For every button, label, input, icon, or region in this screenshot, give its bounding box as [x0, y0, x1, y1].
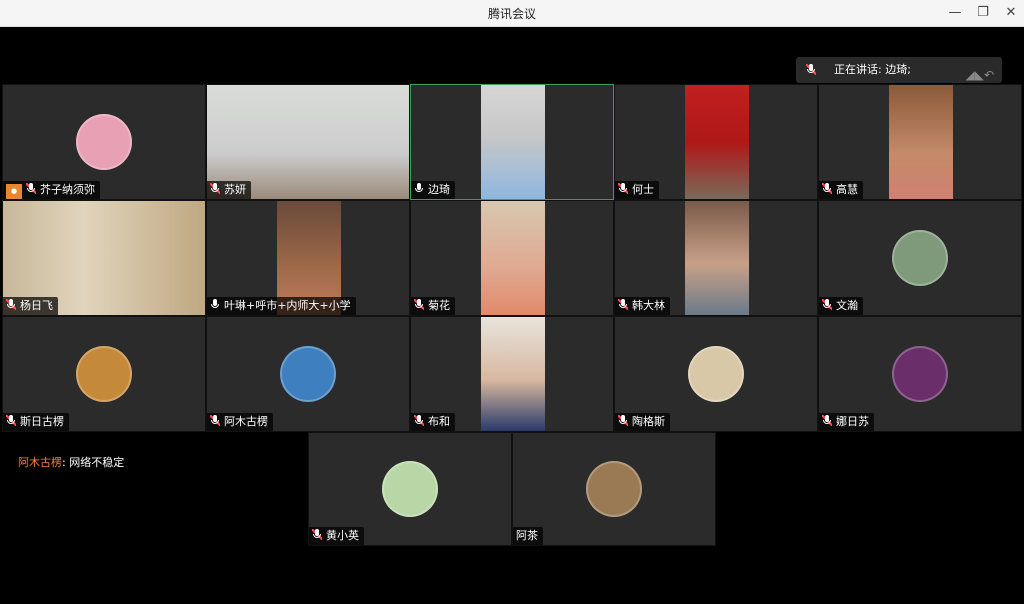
participant-name: 叶琳+呼市+内师大+小学 [224, 299, 351, 312]
microphone-muted-icon [6, 299, 16, 310]
microphone-muted-icon [618, 415, 628, 426]
video-feed [481, 85, 545, 199]
participant-name: 黄小英 [326, 529, 359, 542]
participant-tile-p8[interactable]: 菊花 [410, 200, 614, 316]
speaking-label: 正在讲话: 边琦; [834, 63, 911, 76]
video-feed [889, 85, 953, 199]
participant-tile-p5[interactable]: 高慧 [818, 84, 1022, 200]
avatar [382, 461, 438, 517]
nameplate: 黄小英 [309, 527, 364, 545]
participant-tile-p15[interactable]: 娜日苏 [818, 316, 1022, 432]
participant-name: 高慧 [836, 183, 858, 196]
participant-tile-p3[interactable]: 边琦 [410, 84, 614, 200]
participant-name: 芥子纳须弥 [40, 183, 95, 196]
participant-name: 文瀚 [836, 299, 858, 312]
nameplate: 边琦 [411, 181, 455, 199]
microphone-muted-icon [822, 415, 832, 426]
participant-name: 斯日古楞 [20, 415, 64, 428]
participant-name: 阿茶 [516, 529, 538, 542]
microphone-muted-icon [312, 529, 322, 540]
microphone-muted-icon [414, 415, 424, 426]
microphone-muted-icon [618, 299, 628, 310]
minimize-button[interactable]: — [944, 3, 966, 23]
participant-name: 杨日飞 [20, 299, 53, 312]
microphone-muted-icon [414, 299, 424, 310]
nameplate: 叶琳+呼市+内师大+小学 [207, 297, 356, 315]
participant-tile-p17[interactable]: 阿茶 [512, 432, 716, 546]
nameplate: 斯日古楞 [3, 413, 69, 431]
participant-tile-p6[interactable]: 杨日飞 [2, 200, 206, 316]
restore-button[interactable]: ❐ [972, 3, 994, 23]
participant-name: 何士 [632, 183, 654, 196]
microphone-muted-icon [26, 183, 36, 194]
video-feed [685, 201, 749, 315]
nameplate: 芥子纳须弥 [3, 181, 100, 199]
nameplate: 何士 [615, 181, 659, 199]
participant-name: 布和 [428, 415, 450, 428]
nameplate: 菊花 [411, 297, 455, 315]
microphone-muted-icon [210, 415, 220, 426]
notice-text: : 网络不稳定 [62, 456, 125, 469]
participant-name: 边琦 [428, 183, 450, 196]
video-feed [481, 201, 545, 315]
nameplate: 阿茶 [513, 527, 543, 545]
microphone-muted-icon [822, 299, 832, 310]
microphone-icon [210, 299, 220, 310]
nameplate: 娜日苏 [819, 413, 874, 431]
nameplate: 文瀚 [819, 297, 863, 315]
avatar [280, 346, 336, 402]
window-title: 腾讯会议 [487, 7, 536, 21]
participant-name: 娜日苏 [836, 415, 869, 428]
participant-tile-p7[interactable]: 叶琳+呼市+内师大+小学 [206, 200, 410, 316]
microphone-muted-icon [618, 183, 628, 194]
avatar [76, 346, 132, 402]
microphone-muted-icon [822, 183, 832, 194]
nameplate: 陶格斯 [615, 413, 670, 431]
participant-name: 阿木古楞 [224, 415, 268, 428]
speaking-indicator: 正在讲话: 边琦; ◢◣↶ [796, 57, 1002, 83]
participant-tile-p14[interactable]: 陶格斯 [614, 316, 818, 432]
participant-name: 韩大林 [632, 299, 665, 312]
avatar [586, 461, 642, 517]
participant-tile-p11[interactable]: 斯日古楞 [2, 316, 206, 432]
nameplate: 苏妍 [207, 181, 251, 199]
participant-tile-p13[interactable]: 布和 [410, 316, 614, 432]
microphone-icon [414, 183, 424, 194]
participant-tile-p2[interactable]: 苏妍 [206, 84, 410, 200]
avatar [688, 346, 744, 402]
close-button[interactable]: ✕ [1000, 3, 1022, 23]
participant-tile-p9[interactable]: 韩大林 [614, 200, 818, 316]
network-notice: 阿木古楞: 网络不稳定 [12, 451, 130, 473]
participant-name: 菊花 [428, 299, 450, 312]
participant-name: 陶格斯 [632, 415, 665, 428]
notice-participant-name: 阿木古楞 [18, 456, 62, 469]
microphone-icon [806, 64, 816, 75]
video-feed [685, 85, 749, 199]
participant-tile-p4[interactable]: 何士 [614, 84, 818, 200]
participant-name: 苏妍 [224, 183, 246, 196]
participant-tile-p16[interactable]: 黄小英 [308, 432, 512, 546]
participant-tile-p1[interactable]: 芥子纳须弥 [2, 84, 206, 200]
avatar [892, 230, 948, 286]
nameplate: 布和 [411, 413, 455, 431]
avatar [892, 346, 948, 402]
nameplate: 高慧 [819, 181, 863, 199]
video-feed [481, 317, 545, 431]
nameplate: 韩大林 [615, 297, 670, 315]
title-bar: 腾讯会议 — ❐ ✕ [0, 0, 1024, 27]
nameplate: 杨日飞 [3, 297, 58, 315]
participant-tile-p10[interactable]: 文瀚 [818, 200, 1022, 316]
nameplate: 阿木古楞 [207, 413, 273, 431]
host-icon [6, 184, 22, 199]
avatar [76, 114, 132, 170]
participant-tile-p12[interactable]: 阿木古楞 [206, 316, 410, 432]
microphone-muted-icon [6, 415, 16, 426]
microphone-muted-icon [210, 183, 220, 194]
